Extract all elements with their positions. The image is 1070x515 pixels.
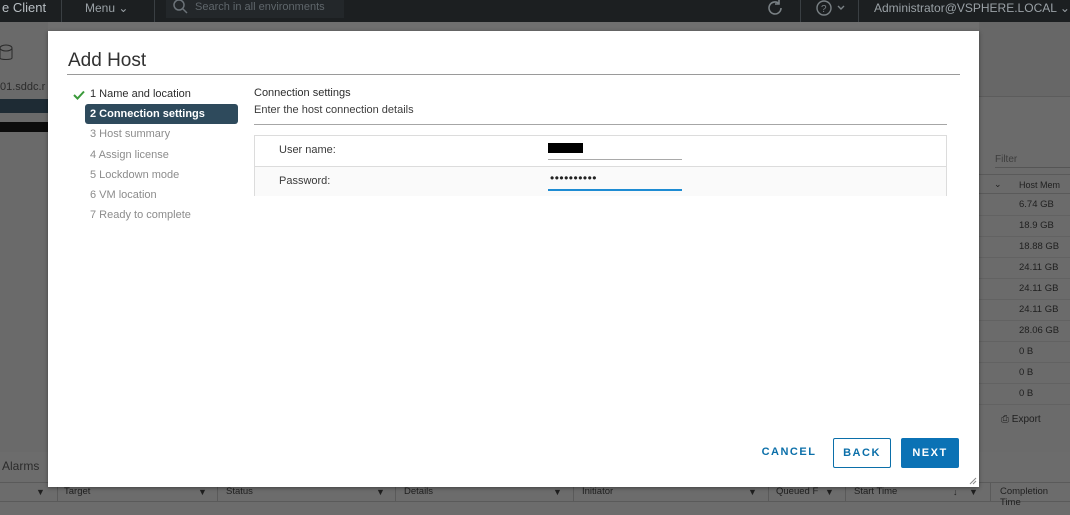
filter-icon[interactable]: ▼ (825, 487, 834, 497)
username-label: User name: (279, 144, 336, 156)
sort-arrow-icon[interactable]: ↓ (953, 487, 958, 497)
table-cell: 24.11 GB (979, 300, 1070, 321)
initiator-column-header[interactable]: Initiator (582, 486, 613, 497)
filter-icon[interactable]: ▼ (376, 487, 385, 497)
chevron-down-icon: ⌄ (118, 1, 129, 15)
password-value: •••••••••• (550, 171, 598, 185)
menu-button[interactable]: Menu ⌄ (85, 0, 128, 16)
divider (800, 0, 801, 22)
step-label: 6 VM location (90, 188, 157, 201)
wizard-steps: 1 Name and location 2 Connection setting… (73, 84, 239, 225)
divider (67, 74, 960, 75)
table-cell: 28.06 GB (979, 321, 1070, 342)
selected-tree-item[interactable] (0, 99, 48, 113)
start-time-column-header[interactable]: Start Time (854, 486, 897, 497)
password-label: Password: (279, 175, 331, 187)
alarms-tab[interactable]: Alarms (2, 459, 39, 473)
table-cell: 24.11 GB (979, 258, 1070, 279)
help-icon[interactable]: ? (814, 0, 850, 19)
inventory-host-name[interactable]: 01.sddc.r (0, 81, 45, 93)
cancel-button[interactable]: CANCEL (753, 438, 825, 468)
checkmark-icon (73, 90, 85, 100)
hosts-table-panel: Filter ⌄ Host Mem 6.74 GB 18.9 GB 18.88 … (979, 22, 1070, 452)
table-header: ⌄ Host Mem (979, 174, 1070, 194)
wizard-step-lockdown-mode: 5 Lockdown mode (73, 165, 239, 185)
details-column-header[interactable]: Details (404, 486, 433, 497)
step-label: 1 Name and location (90, 88, 191, 100)
host-mem-rows: 6.74 GB 18.9 GB 18.88 GB 24.11 GB 24.11 … (979, 195, 1070, 405)
chevron-down-icon[interactable]: ⌄ (994, 179, 1002, 190)
database-icon (0, 44, 13, 60)
table-cell: 6.74 GB (979, 195, 1070, 216)
divider (61, 0, 62, 22)
table-cell: 0 B (979, 342, 1070, 363)
user-name: Administrator@VSPHERE.LOCAL (874, 1, 1057, 15)
filter-icon[interactable]: ▼ (198, 487, 207, 497)
wizard-step-connection-settings[interactable]: 2 Connection settings (85, 104, 238, 125)
add-host-dialog: Add Host 1 Name and location 2 Connectio… (48, 31, 979, 487)
host-mem-column-header[interactable]: Host Mem (1019, 180, 1060, 190)
wizard-step-host-summary: 3 Host summary (73, 124, 239, 144)
dialog-title: Add Host (68, 50, 147, 71)
table-cell: 0 B (979, 384, 1070, 405)
table-cell: 24.11 GB (979, 279, 1070, 300)
search-placeholder: Search in all environments (195, 1, 325, 13)
table-cell: 0 B (979, 363, 1070, 384)
step-label: 7 Ready to complete (90, 209, 191, 222)
redacted-username (548, 143, 583, 153)
password-row: Password: •••••••••• (255, 166, 946, 196)
resize-handle-icon[interactable] (969, 477, 977, 485)
menu-label: Menu (85, 1, 116, 15)
username-field[interactable] (548, 140, 682, 160)
step-content-header: Connection settings Enter the host conne… (254, 87, 947, 125)
step-label: 4 Assign license (90, 148, 169, 161)
wizard-step-name-and-location[interactable]: 1 Name and location (73, 84, 239, 104)
wizard-step-assign-license: 4 Assign license (73, 145, 239, 165)
divider (990, 483, 991, 501)
top-navigation-bar: e Client Menu ⌄ Search in all environmen… (0, 0, 1070, 22)
global-search-input[interactable]: Search in all environments (166, 0, 344, 18)
export-label: Export (1011, 414, 1041, 425)
step-label: 2 Connection settings (90, 108, 205, 121)
wizard-step-vm-location: 6 VM location (73, 185, 239, 205)
section-description: Enter the host connection details (254, 104, 414, 116)
filter-icon[interactable]: ▼ (748, 487, 757, 497)
step-label: 3 Host summary (90, 128, 171, 141)
export-button[interactable]: ⎙ Export (1001, 414, 1041, 425)
completion-time-column-header[interactable]: Completion Time (1000, 486, 1070, 508)
queued-column-header[interactable]: Queued F (776, 486, 818, 497)
refresh-icon[interactable] (764, 0, 786, 19)
password-field[interactable]: •••••••••• (548, 171, 682, 191)
wizard-step-ready-to-complete: 7 Ready to complete (73, 205, 239, 225)
status-column-header[interactable]: Status (226, 486, 253, 497)
divider (154, 0, 155, 22)
username-row: User name: (255, 136, 946, 166)
inventory-tree-panel: 01.sddc.r (0, 22, 48, 452)
section-title: Connection settings (254, 87, 351, 99)
panel-toolbar (979, 22, 1070, 97)
step-label: 5 Lockdown mode (90, 168, 180, 181)
divider (858, 0, 859, 22)
target-column-header[interactable]: Target (64, 486, 90, 497)
filter-input[interactable]: Filter (995, 154, 1070, 168)
tree-item[interactable] (0, 122, 48, 132)
svg-text:?: ? (821, 4, 827, 15)
connection-settings-form: User name: Password: •••••••••• (254, 135, 947, 196)
next-button[interactable]: NEXT (901, 438, 959, 468)
table-cell: 18.9 GB (979, 216, 1070, 237)
filter-icon[interactable]: ▼ (36, 487, 45, 497)
export-icon: ⎙ (1001, 414, 1009, 425)
chevron-down-icon: ⌄ (1059, 1, 1070, 15)
search-icon (173, 0, 188, 14)
back-button[interactable]: BACK (833, 438, 891, 468)
filter-icon[interactable]: ▼ (969, 487, 978, 497)
divider (254, 124, 947, 125)
user-menu[interactable]: Administrator@VSPHERE.LOCAL ⌄ (874, 0, 1070, 16)
table-cell: 18.88 GB (979, 237, 1070, 258)
app-title: e Client (2, 0, 47, 15)
filter-icon[interactable]: ▼ (553, 487, 562, 497)
